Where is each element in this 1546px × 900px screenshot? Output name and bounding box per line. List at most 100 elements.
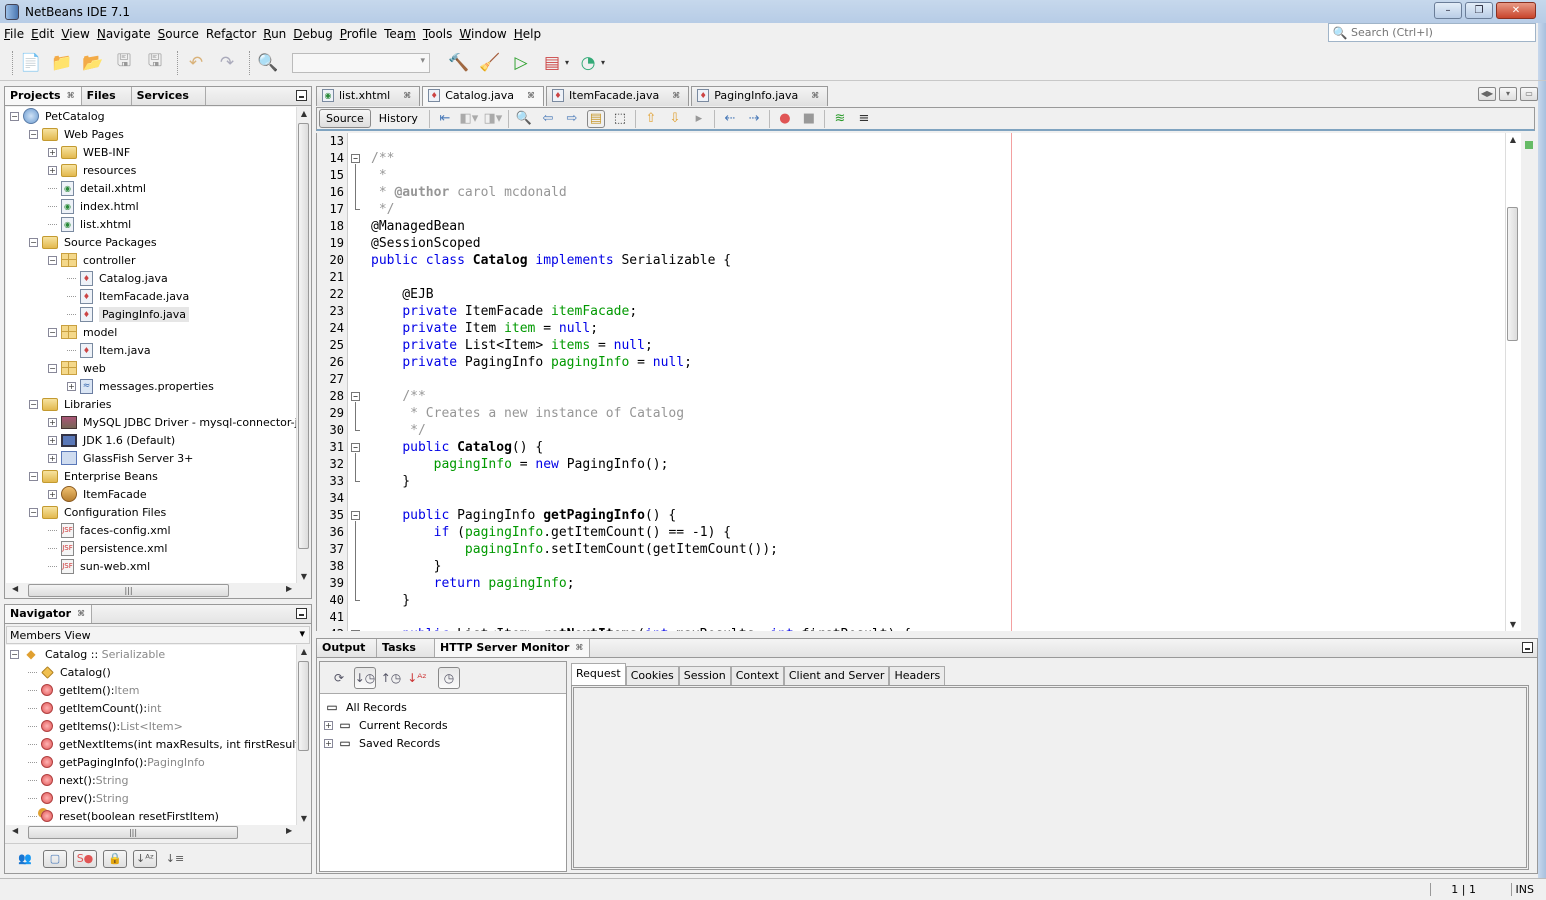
previous-bookmark-icon[interactable]: ⇧ [642,110,660,128]
tree-item[interactable]: − Source Packages [6,233,296,251]
expand-icon[interactable]: + [48,489,57,499]
records-tree[interactable]: ▭ All Records + ▭ Current Records + ▭ Saved Rec… [320,694,566,752]
scrollbar-thumb[interactable] [1507,207,1518,341]
open-project-icon[interactable]: 📂 [80,50,106,76]
tab-http-server-monitor[interactable]: HTTP Server Monitor ⌘ [435,639,591,657]
scroll-left-icon[interactable]: ◀ [12,826,18,835]
tree-item[interactable]: + GlassFish Server 3+ [6,449,296,467]
menu-run[interactable]: Run [263,27,286,41]
collapse-icon[interactable]: − [10,111,19,121]
tree-item[interactable]: ♦ ItemFacade.java [6,287,296,305]
start-macro-icon[interactable]: ● [776,110,794,128]
expand-icon[interactable]: + [324,738,333,748]
redo-icon[interactable]: ↷ [214,50,240,76]
minimize-button[interactable]: – [1434,2,1462,19]
code-line[interactable]: 33 } [317,473,1521,490]
search-input[interactable] [1351,26,1531,39]
find-next-icon[interactable]: ⇨ [563,110,581,128]
expand-icon[interactable]: + [48,435,57,445]
tree-item[interactable]: JSF persistence.xml [6,539,296,557]
projects-vertical-scrollbar[interactable]: ▲ ▼ [296,107,310,583]
tree-item[interactable]: − web [6,359,296,377]
projects-horizontal-scrollbar[interactable]: ◀ ||| ▶ [6,583,310,598]
code-line[interactable]: 39 return pagingInfo; [317,575,1521,592]
tree-item[interactable]: ♦ PagingInfo.java [6,305,296,323]
code-line[interactable]: 38 } [317,558,1521,575]
request-tab-headers[interactable]: Headers [889,666,946,685]
menu-navigate[interactable]: Navigate [97,27,151,41]
sort-alphabetically-icon[interactable]: ↓ᴬᶻ [406,667,428,689]
code-line[interactable]: 22 @EJB [317,286,1521,303]
tree-item[interactable]: ◉ list.xhtml [6,215,296,233]
code-line[interactable]: 18 @ManagedBean [317,218,1521,235]
menu-debug[interactable]: Debug [293,27,332,41]
members-view-combo[interactable]: Members View [6,626,310,644]
save-icon[interactable]: 🖫 [142,50,168,76]
request-tab-cookies[interactable]: Cookies [625,666,679,685]
debug-dropdown-icon[interactable]: ▾ [565,58,569,67]
sort-by-name-icon[interactable]: ↓ᴬᶻ [133,849,157,868]
save-all-icon[interactable]: 🖫 [111,50,137,76]
expand-icon[interactable]: + [48,147,57,157]
error-stripe[interactable] [1521,133,1538,631]
code-line[interactable]: 14 /** − [317,150,1521,167]
quick-search[interactable]: 🔍 [1328,23,1536,42]
tree-item[interactable]: ♦ Item.java [6,341,296,359]
profile-icon[interactable]: ◔ [575,50,601,76]
scroll-right-icon[interactable]: ▶ [286,584,292,593]
record-item[interactable]: + ▭ Current Records [324,716,566,734]
code-line[interactable]: 32 pagingInfo = new PagingInfo(); [317,456,1521,473]
tab-navigator[interactable]: Navigator ⌘ [5,605,93,623]
scroll-down-icon[interactable]: ▼ [297,814,311,823]
editor-tab-catalog-java[interactable]: ♦ Catalog.java ⌘ [422,86,545,106]
code-line[interactable]: 42 public List<Item> getNextItems(int ma… [317,626,1521,631]
tree-item[interactable]: ◉ index.html [6,197,296,215]
member-item[interactable]: getItems() : List<Item> [6,717,296,735]
member-item[interactable]: next() : String [6,771,296,789]
tree-item[interactable]: + WEB-INF [6,143,296,161]
scrollbar-thumb[interactable] [298,123,309,549]
code-line[interactable]: 41 [317,609,1521,626]
scroll-up-icon[interactable]: ▲ [297,109,311,118]
last-edit-icon[interactable]: ⇤ [436,110,454,128]
collapse-icon[interactable]: − [48,255,57,265]
member-item[interactable]: prev() : String [6,789,296,807]
collapse-icon[interactable]: − [29,237,38,247]
member-item[interactable]: getItemCount() : int [6,699,296,717]
editor-tab-list-xhtml[interactable]: ◉ list.xhtml ⌘ [316,86,421,106]
tree-item[interactable]: − Libraries [6,395,296,413]
code-line[interactable]: 21 [317,269,1521,286]
tab-tasks[interactable]: Tasks [377,639,435,657]
find-selection-icon[interactable]: 🔍 [515,110,533,128]
debug-icon[interactable]: ▤ [539,50,565,76]
menu-file[interactable]: File [4,27,24,41]
code-line[interactable]: 17 */ [317,201,1521,218]
menu-edit[interactable]: Edit [31,27,54,41]
close-tab-icon[interactable]: ⌘ [575,641,583,652]
code-editor[interactable]: 13 14/** −15 * 16 * @author carol mcdonald 1… [316,133,1521,631]
expand-icon[interactable]: + [48,417,57,427]
menu-help[interactable]: Help [514,27,541,41]
tree-item[interactable]: JSF faces-config.xml [6,521,296,539]
shift-right-icon[interactable]: ⇢ [745,110,763,128]
tree-item[interactable]: − Web Pages [6,125,296,143]
run-icon[interactable]: ▷ [508,50,534,76]
record-item[interactable]: ▭ All Records [324,698,566,716]
uncomment-icon[interactable]: ≡ [855,110,873,128]
member-item[interactable]: Catalog() [6,663,296,681]
tree-item[interactable]: JSF sun-web.xml [6,557,296,575]
menu-team[interactable]: Team [384,27,416,41]
code-line[interactable]: 36 if (pagingInfo.getItemCount() == -1) … [317,524,1521,541]
code-line[interactable]: 29 * Creates a new instance of Catalog [317,405,1521,422]
code-line[interactable]: 28 /** − [317,388,1521,405]
scroll-right-icon[interactable]: ▶ [286,826,292,835]
navigator-vertical-scrollbar[interactable]: ▲ ▼ [296,645,310,825]
back-icon[interactable]: ◧▾ [460,110,479,128]
scroll-left-icon[interactable]: ◀ [12,584,18,593]
code-line[interactable]: 24 private Item item = null; [317,320,1521,337]
member-item[interactable]: getPagingInfo() : PagingInfo [6,753,296,771]
code-line[interactable]: 15 * [317,167,1521,184]
code-line[interactable]: 31 public Catalog() {− [317,439,1521,456]
undo-icon[interactable]: ↶ [183,50,209,76]
tab-services[interactable]: Services [132,87,206,105]
